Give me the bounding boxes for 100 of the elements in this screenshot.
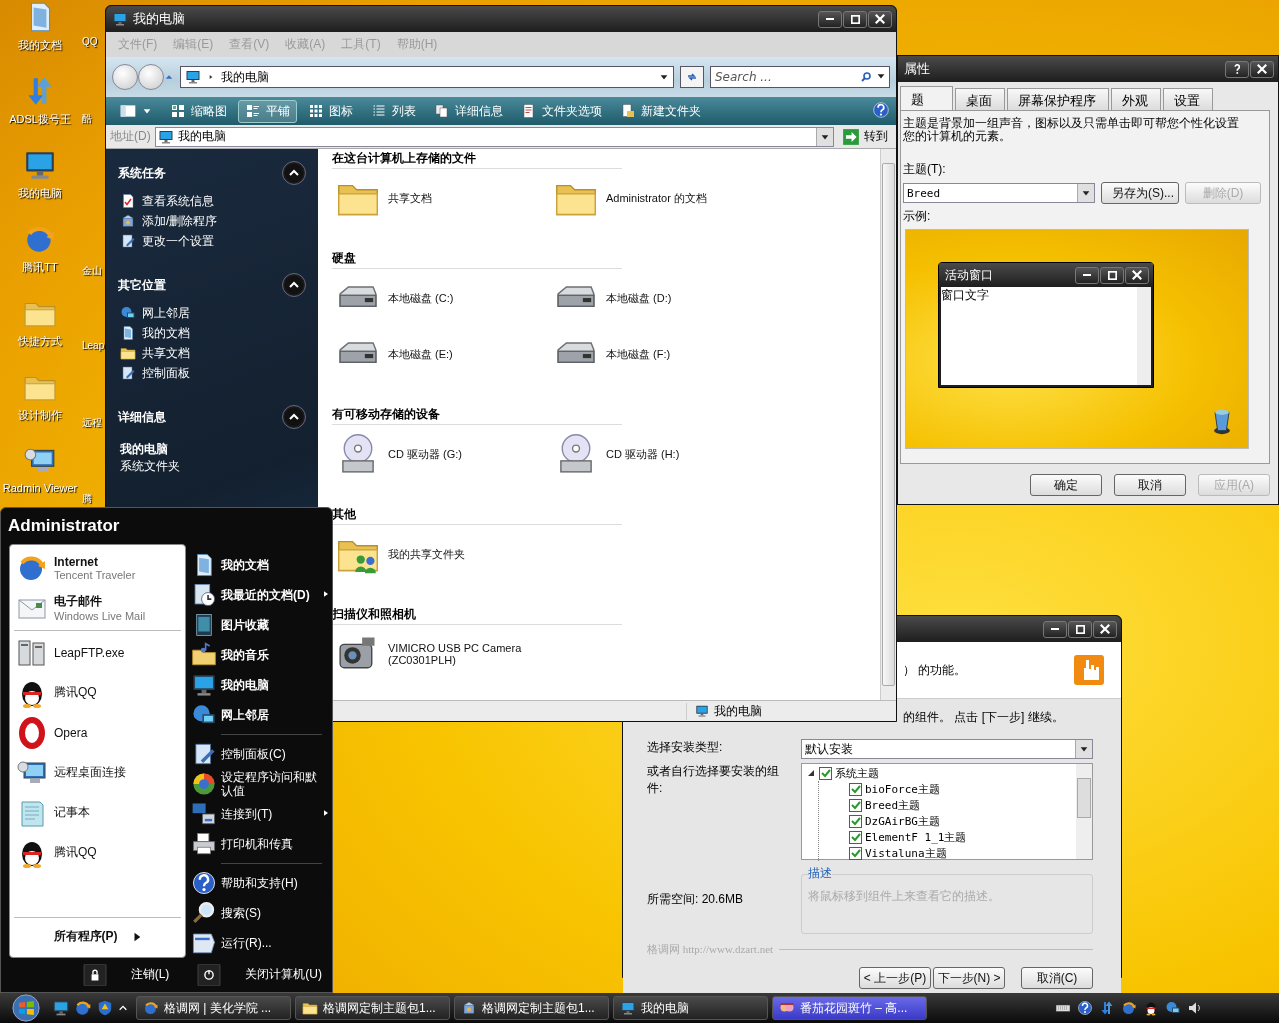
log-off-button[interactable]: 注销(L): [66, 963, 170, 986]
menu-item[interactable]: 搜索(S): [191, 897, 330, 928]
toolbar-button[interactable]: 列表: [364, 99, 423, 123]
file-tile[interactable]: 本地磁盘 (E:): [332, 326, 550, 382]
refresh-button[interactable]: [680, 66, 704, 88]
taskbar-button[interactable]: 格调网定制主题包1...: [454, 996, 609, 1020]
file-tile[interactable]: 共享文档: [332, 170, 550, 226]
menu-item[interactable]: 控制面板(C): [191, 738, 330, 769]
address-field[interactable]: 我的电脑: [154, 126, 834, 147]
shut-down-button[interactable]: 关闭计算机(U): [181, 963, 322, 986]
wizard-button[interactable]: 下一步(N) >: [933, 967, 1005, 989]
menu-item[interactable]: 远程桌面连接: [14, 752, 181, 793]
close-button[interactable]: [1125, 266, 1149, 284]
theme-dropdown[interactable]: Breed: [903, 183, 1095, 203]
search-field[interactable]: Search ...: [710, 66, 890, 88]
collapse-button[interactable]: [282, 273, 306, 297]
scrollbar[interactable]: [1076, 764, 1092, 859]
tree-item[interactable]: 系统主题: [835, 765, 879, 781]
wizard-button[interactable]: < 上一步(P): [859, 967, 931, 989]
menu-item[interactable]: Internet Tencent Traveler: [14, 547, 181, 588]
menu-item[interactable]: 连接到(T): [191, 798, 330, 829]
tree-item[interactable]: Vistaluna主题: [865, 845, 947, 861]
menu-item[interactable]: 电子邮件 Windows Live Mail: [14, 587, 181, 628]
taskbar-button[interactable]: 格调网定制主题包1...: [295, 996, 450, 1020]
task-link[interactable]: 共享文档: [118, 343, 306, 363]
go-button[interactable]: 转到: [838, 127, 892, 146]
collapse-button[interactable]: [282, 161, 306, 185]
breadcrumb-bar[interactable]: 我的电脑: [180, 66, 674, 88]
task-link[interactable]: 更改一个设置: [118, 231, 306, 251]
tab[interactable]: 设置: [1163, 88, 1213, 110]
all-programs-button[interactable]: 所有程序(P): [14, 919, 181, 954]
minimize-button[interactable]: [1075, 266, 1099, 284]
quick-launch-button[interactable]: [74, 999, 92, 1017]
menu-item[interactable]: 图片收藏: [191, 609, 330, 640]
tab[interactable]: 屏幕保护程序: [1007, 88, 1109, 110]
checkbox[interactable]: [849, 830, 862, 844]
menu-item[interactable]: LeapFTP.exe: [14, 632, 181, 673]
expand-toggle[interactable]: [806, 768, 816, 778]
file-tile[interactable]: Administrator 的文档: [550, 170, 768, 226]
toolbar-button[interactable]: 缩略图: [163, 99, 234, 123]
theme-button[interactable]: 另存为(S)...: [1101, 182, 1179, 204]
close-button[interactable]: [1093, 620, 1117, 638]
task-link[interactable]: 控制面板: [118, 363, 306, 383]
quick-launch-button[interactable]: [52, 999, 70, 1017]
minimize-button[interactable]: [1043, 620, 1067, 638]
menu-item[interactable]: 腾讯QQ: [14, 672, 181, 713]
dialog-button[interactable]: 取消: [1114, 474, 1186, 496]
collapse-button[interactable]: [282, 405, 306, 429]
dialog-button[interactable]: 确定: [1030, 474, 1102, 496]
tree-item[interactable]: bioForce主题: [865, 781, 940, 797]
install-type-dropdown[interactable]: 默认安装: [801, 739, 1093, 759]
task-link[interactable]: 我的文档: [118, 323, 306, 343]
menu-item[interactable]: 我的电脑: [191, 669, 330, 700]
checkbox[interactable]: [849, 798, 862, 812]
checkbox[interactable]: [849, 846, 862, 860]
menu-item[interactable]: Opera: [14, 712, 181, 753]
taskbar-button[interactable]: 番茄花园斑竹 – 高...: [772, 996, 927, 1020]
file-tile[interactable]: 本地磁盘 (C:): [332, 270, 550, 326]
checkbox[interactable]: [819, 766, 832, 780]
menu-item[interactable]: 记事本: [14, 792, 181, 833]
tree-item[interactable]: ElementF 1_1主题: [865, 829, 967, 845]
menu-item[interactable]: 帮助和支持(H): [191, 867, 330, 898]
toolbar-button[interactable]: 图标: [301, 99, 360, 123]
quick-launch-button[interactable]: [96, 999, 114, 1017]
toolbar-button[interactable]: 文件夹选项: [514, 99, 609, 123]
file-tile[interactable]: 本地磁盘 (F:): [550, 326, 768, 382]
menu-item[interactable]: 我最近的文档(D): [191, 579, 330, 610]
wizard-button[interactable]: 取消(C): [1021, 967, 1093, 989]
breadcrumb-item[interactable]: 我的电脑: [221, 68, 653, 86]
file-tile[interactable]: VIMICRO USB PC Camera (ZC0301PLH): [332, 626, 550, 682]
maximize-button[interactable]: [1100, 266, 1124, 284]
taskbar-button[interactable]: 我的电脑: [613, 996, 768, 1020]
back-button[interactable]: [112, 64, 138, 90]
menu-item[interactable]: 设定程序访问和默认值: [191, 768, 330, 799]
menu-item[interactable]: 我的文档: [191, 549, 330, 580]
forward-button[interactable]: [138, 64, 164, 90]
tab[interactable]: 题: [900, 86, 953, 110]
task-link[interactable]: 网上邻居: [118, 303, 306, 323]
task-link[interactable]: 查看系统信息: [118, 191, 306, 211]
tree-item[interactable]: DzGAirBG主题: [865, 813, 940, 829]
checkbox[interactable]: [849, 814, 862, 828]
checkbox[interactable]: [849, 782, 862, 796]
menu-item[interactable]: 运行(R)...: [191, 927, 330, 958]
maximize-button[interactable]: [1068, 620, 1092, 638]
scrollbar[interactable]: [880, 149, 896, 700]
menu-item[interactable]: 网上邻居: [191, 699, 330, 730]
toolbar-button[interactable]: 新建文件夹: [613, 99, 708, 123]
file-tile[interactable]: 本地磁盘 (D:): [550, 270, 768, 326]
toolbar-button[interactable]: 平铺: [238, 99, 297, 123]
menu-item[interactable]: 打印机和传真: [191, 828, 330, 859]
close-button[interactable]: [1250, 60, 1274, 78]
taskbar-button[interactable]: 格调网 | 美化学院 ...: [136, 996, 291, 1020]
tab[interactable]: 外观: [1111, 88, 1161, 110]
menu-item[interactable]: 我的音乐: [191, 639, 330, 670]
task-link[interactable]: 添加/删除程序: [118, 211, 306, 231]
file-tile[interactable]: 我的共享文件夹: [332, 526, 550, 582]
minimize-button[interactable]: [818, 10, 842, 28]
tree-item[interactable]: Breed主题: [865, 797, 921, 813]
toolbar-button[interactable]: 详细信息: [427, 99, 510, 123]
help-button[interactable]: [1225, 60, 1249, 78]
